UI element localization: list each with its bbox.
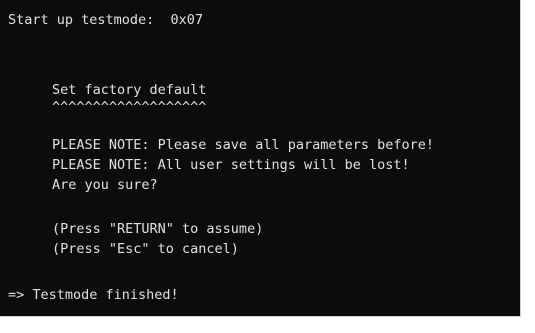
startup-line: Start up testmode: 0x07 (8, 12, 204, 28)
finished-line: => Testmode finished! (8, 287, 179, 303)
press-esc-line: (Press "Esc" to cancel) (52, 241, 239, 257)
heading-line: Set factory default (52, 82, 207, 98)
note-line-1: PLEASE NOTE: Please save all parameters … (52, 137, 435, 153)
press-return-line: (Press "RETURN" to assume) (52, 221, 264, 237)
heading-underline: ^^^^^^^^^^^^^^^^^^^ (52, 99, 207, 115)
console-window[interactable]: Start up testmode: 0x07 Set factory defa… (0, 0, 521, 317)
question-line: Are you sure? (52, 177, 158, 193)
note-line-2: PLEASE NOTE: All user settings will be l… (52, 157, 410, 173)
